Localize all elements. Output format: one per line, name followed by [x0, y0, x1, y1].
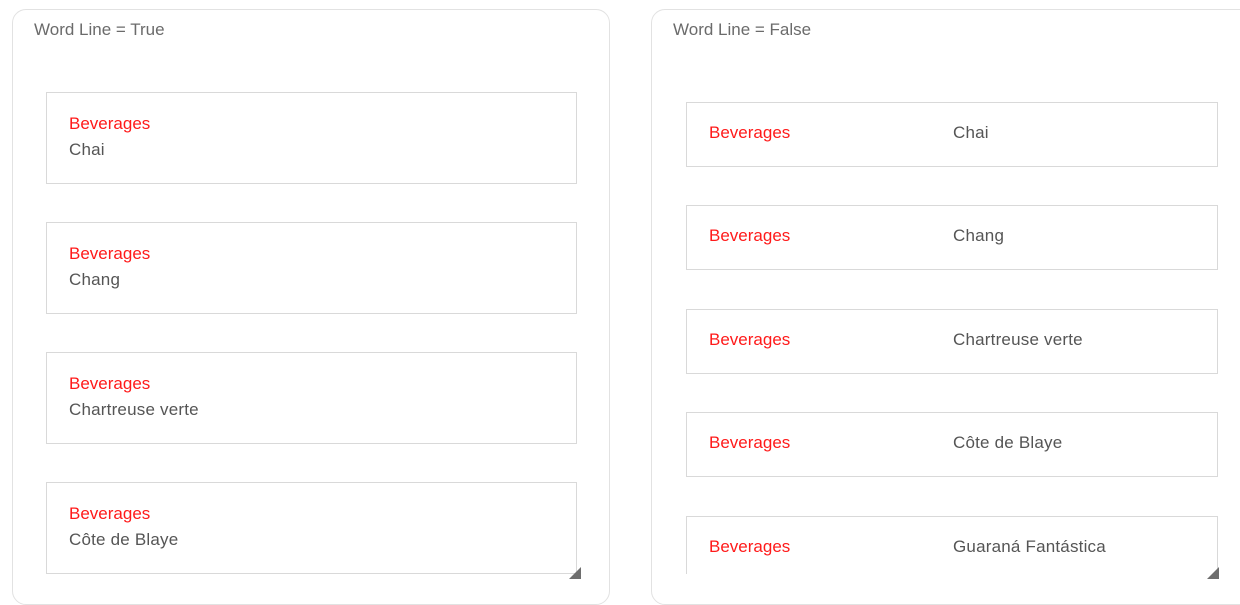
item-category: Beverages [709, 537, 791, 556]
list-item[interactable]: Beverages Chang [46, 222, 577, 314]
item-name: Chai [953, 123, 989, 142]
list-item[interactable]: Beverages Guaraná Fantástica [686, 516, 1218, 574]
list-item[interactable]: Beverages Chai [46, 92, 577, 184]
list-item[interactable]: Beverages Côte de Blaye [46, 482, 577, 574]
listview-wrap[interactable]: Beverages Chai Beverages Chang Beverages… [46, 92, 577, 574]
list-item[interactable]: Beverages Chartreuse verte [686, 309, 1218, 374]
word-line-false-panel: Word Line = False Beverages Chai Beverag… [651, 9, 1240, 605]
list-item[interactable]: Beverages Côte de Blaye [686, 412, 1218, 477]
resize-grip-icon[interactable] [1207, 567, 1219, 579]
item-category: Beverages [709, 123, 791, 142]
panel-title: Word Line = False [673, 20, 812, 39]
item-category: Beverages [709, 330, 791, 349]
item-name: Chai [69, 140, 105, 159]
item-category: Beverages [69, 114, 151, 133]
list-item[interactable]: Beverages Chartreuse verte [46, 352, 577, 444]
item-category: Beverages [69, 244, 151, 263]
list-item[interactable]: Beverages Chai [686, 102, 1218, 167]
item-category: Beverages [69, 504, 151, 523]
word-line-true-panel: Word Line = True Beverages Chai Beverage… [12, 9, 610, 605]
item-name: Côte de Blaye [953, 433, 1063, 452]
list-item[interactable]: Beverages Chang [686, 205, 1218, 270]
item-category: Beverages [709, 226, 791, 245]
item-category: Beverages [69, 374, 151, 393]
item-name: Chang [69, 270, 121, 289]
item-name: Côte de Blaye [69, 530, 179, 549]
listview-nowrap[interactable]: Beverages Chai Beverages Chang Beverages… [686, 92, 1218, 574]
item-name: Chang [953, 226, 1005, 245]
item-name: Guaraná Fantástica [953, 537, 1106, 556]
panel-title: Word Line = True [34, 20, 165, 39]
item-name: Chartreuse verte [953, 330, 1083, 349]
item-category: Beverages [709, 433, 791, 452]
item-name: Chartreuse verte [69, 400, 199, 419]
resize-grip-icon[interactable] [569, 567, 581, 579]
